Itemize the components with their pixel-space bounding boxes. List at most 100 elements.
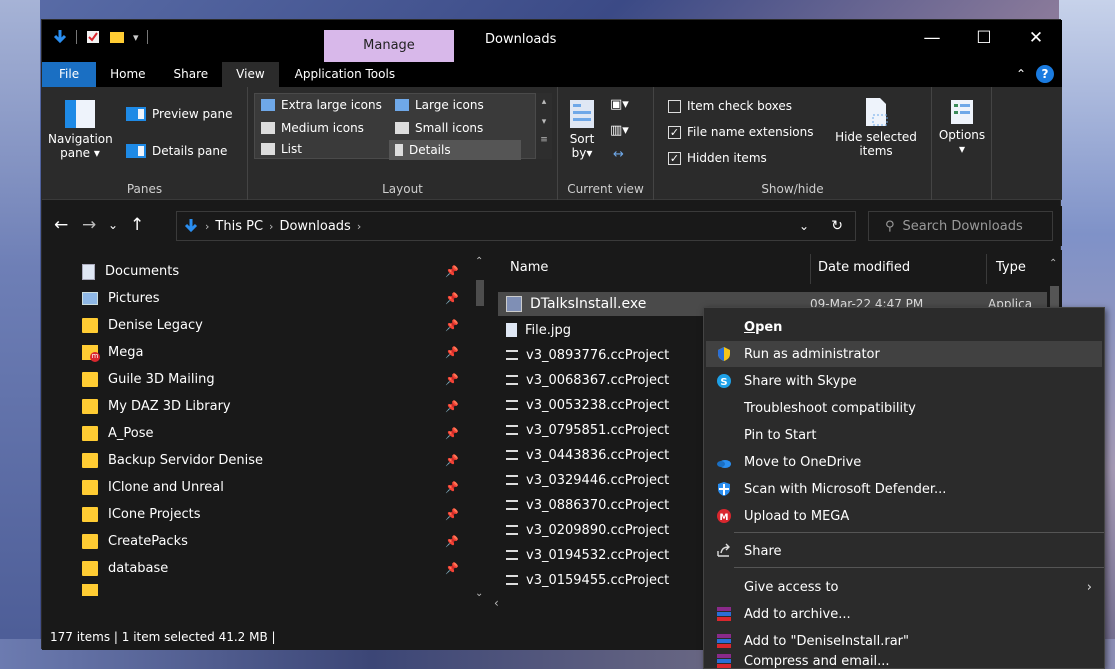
menu-item-scan-with-defender[interactable]: Scan with Microsoft Defender... xyxy=(706,476,1102,502)
column-header-type[interactable]: Type xyxy=(996,250,1026,286)
column-separator[interactable] xyxy=(810,254,811,284)
back-arrow-icon[interactable]: ← xyxy=(54,215,68,235)
menu-item-troubleshoot[interactable]: Troubleshoot compatibility xyxy=(706,395,1102,421)
minimize-button[interactable]: — xyxy=(906,20,958,58)
forward-arrow-icon[interactable]: → xyxy=(82,215,96,235)
up-arrow-icon[interactable]: ↑ xyxy=(130,215,144,235)
pin-icon[interactable]: 📌 xyxy=(445,292,459,305)
details-pane-button[interactable]: Details pane xyxy=(126,144,227,158)
submenu-arrow-icon: › xyxy=(1086,579,1092,595)
preview-pane-button[interactable]: Preview pane xyxy=(126,107,232,121)
column-separator[interactable] xyxy=(986,254,987,284)
sort-by-button[interactable]: Sort by▾ xyxy=(564,99,600,160)
refresh-icon[interactable]: ↻ xyxy=(831,218,843,234)
tab-share[interactable]: Share xyxy=(160,62,223,87)
menu-item-share[interactable]: Share xyxy=(706,538,1102,564)
file-name-extensions-checkbox[interactable]: ✓ xyxy=(668,125,681,139)
large-icons-option[interactable]: Large icons xyxy=(395,98,484,112)
menu-item-upload-to-mega[interactable]: M Upload to MEGA xyxy=(706,503,1102,529)
address-bar[interactable]: › This PC › Downloads › ⌄ ↻ xyxy=(176,211,856,241)
scroll-up-icon[interactable]: ⌃ xyxy=(475,256,483,267)
pin-icon[interactable]: 📌 xyxy=(445,562,459,575)
pin-icon[interactable]: 📌 xyxy=(445,535,459,548)
tab-view[interactable]: View xyxy=(222,62,279,87)
tab-application-tools[interactable]: Application Tools xyxy=(281,62,409,87)
menu-item-open[interactable]: Open xyxy=(706,314,1102,340)
menu-item-compress-and-email[interactable]: Compress and email... xyxy=(706,654,1102,668)
documents-icon xyxy=(82,263,95,280)
file-name-extensions-option[interactable]: ✓ File name extensions xyxy=(668,125,814,139)
recent-locations-icon[interactable]: ⌄ xyxy=(108,218,118,232)
scroll-up-icon[interactable]: ⌃ xyxy=(1049,258,1057,269)
extra-large-icons-option[interactable]: Extra large icons xyxy=(261,98,382,112)
scroll-thumb[interactable] xyxy=(476,280,484,306)
menu-item-add-to-rar[interactable]: Add to "DeniseInstall.rar" xyxy=(706,628,1102,654)
uac-shield-icon xyxy=(718,347,730,361)
navigation-pane-button[interactable]: Navigation pane ▾ xyxy=(48,99,113,160)
menu-item-run-as-administrator[interactable]: Run as administrator xyxy=(706,341,1102,367)
breadcrumb-this-pc[interactable]: This PC xyxy=(215,219,263,234)
scroll-down-icon[interactable]: ⌄ xyxy=(475,588,483,599)
pin-icon[interactable]: 📌 xyxy=(445,454,459,467)
pin-icon[interactable]: 📌 xyxy=(445,373,459,386)
group-by-icon[interactable]: ▣▾ xyxy=(610,97,636,117)
details-option[interactable]: Details xyxy=(389,140,521,160)
pin-icon[interactable]: 📌 xyxy=(445,481,459,494)
customize-qat-icon[interactable]: ▾ xyxy=(133,31,139,44)
search-box[interactable]: ⚲ Search Downloads xyxy=(868,211,1053,241)
pin-icon[interactable]: 📌 xyxy=(445,265,459,278)
column-header-name[interactable]: Name xyxy=(510,250,548,286)
maximize-button[interactable]: ☐ xyxy=(958,20,1010,58)
options-button[interactable]: Options ▾ xyxy=(936,99,988,156)
address-dropdown-icon[interactable]: ⌄ xyxy=(799,219,809,233)
nav-item-mega[interactable]: Mega 📌 xyxy=(82,339,462,366)
nav-item-documents[interactable]: Documents 📌 xyxy=(82,258,462,285)
manage-contextual-tab[interactable]: Manage xyxy=(324,30,454,62)
address-row: ← → ⌄ ↑ › This PC › Downloads › ⌄ ↻ ⚲ Se… xyxy=(42,206,1062,246)
nav-item-iclone-and-unreal[interactable]: IClone and Unreal 📌 xyxy=(82,474,462,501)
nav-item-denise-legacy[interactable]: Denise Legacy 📌 xyxy=(82,312,462,339)
nav-item-my-daz-3d-library[interactable]: My DAZ 3D Library 📌 xyxy=(82,393,462,420)
column-header-date-modified[interactable]: Date modified xyxy=(818,250,910,286)
menu-item-give-access-to[interactable]: Give access to › xyxy=(706,574,1102,600)
menu-item-pin-to-start[interactable]: Pin to Start xyxy=(706,422,1102,448)
nav-item-guile-3d-mailing[interactable]: Guile 3D Mailing 📌 xyxy=(82,366,462,393)
pin-icon[interactable]: 📌 xyxy=(445,508,459,521)
nav-item-icone-projects[interactable]: ICone Projects 📌 xyxy=(82,501,462,528)
nav-item-backup-servidor-denise[interactable]: Backup Servidor Denise 📌 xyxy=(82,447,462,474)
folder-icon xyxy=(82,318,98,333)
menu-item-add-to-archive[interactable]: Add to archive... xyxy=(706,601,1102,627)
hidden-items-checkbox[interactable]: ✓ xyxy=(668,151,681,165)
pin-icon[interactable]: 📌 xyxy=(445,346,459,359)
close-button[interactable]: ✕ xyxy=(1010,20,1062,58)
properties-icon[interactable] xyxy=(85,29,101,45)
item-check-boxes-option[interactable]: Item check boxes xyxy=(668,99,792,113)
horizontal-scroll-left-icon[interactable]: ‹ xyxy=(494,596,499,610)
collapse-ribbon-icon[interactable]: ⌃ xyxy=(1016,67,1026,81)
nav-item-createpacks[interactable]: CreatePacks 📌 xyxy=(82,528,462,555)
navigation-pane-scrollbar[interactable]: ⌃ ⌄ xyxy=(474,250,486,615)
help-icon[interactable]: ? xyxy=(1036,65,1054,83)
menu-item-share-with-skype[interactable]: S Share with Skype xyxy=(706,368,1102,394)
pin-icon[interactable]: 📌 xyxy=(445,400,459,413)
layout-gallery-scroll[interactable]: ▴ ▾ ≡ xyxy=(536,93,552,159)
download-arrow-icon[interactable] xyxy=(52,29,68,45)
pin-icon[interactable]: 📌 xyxy=(445,427,459,440)
size-columns-icon[interactable]: ↔ xyxy=(613,147,633,167)
nav-item-a-pose[interactable]: A_Pose 📌 xyxy=(82,420,462,447)
add-columns-icon[interactable]: ▥▾ xyxy=(610,123,636,143)
hidden-items-option[interactable]: ✓ Hidden items xyxy=(668,151,767,165)
list-option[interactable]: List xyxy=(261,142,302,156)
breadcrumb-downloads[interactable]: Downloads xyxy=(279,219,350,234)
small-icons-option[interactable]: Small icons xyxy=(395,121,483,135)
tab-file[interactable]: File xyxy=(42,62,97,87)
nav-item-pictures[interactable]: Pictures 📌 xyxy=(82,285,462,312)
pin-icon[interactable]: 📌 xyxy=(445,319,459,332)
hide-selected-items-button[interactable]: Hide selected items xyxy=(826,97,926,158)
nav-item-database[interactable]: database 📌 xyxy=(82,555,462,582)
medium-icons-option[interactable]: Medium icons xyxy=(261,121,364,135)
menu-item-move-to-onedrive[interactable]: Move to OneDrive xyxy=(706,449,1102,475)
tab-home[interactable]: Home xyxy=(96,62,159,87)
new-folder-icon[interactable] xyxy=(109,29,125,45)
item-check-boxes-checkbox[interactable] xyxy=(668,99,681,113)
